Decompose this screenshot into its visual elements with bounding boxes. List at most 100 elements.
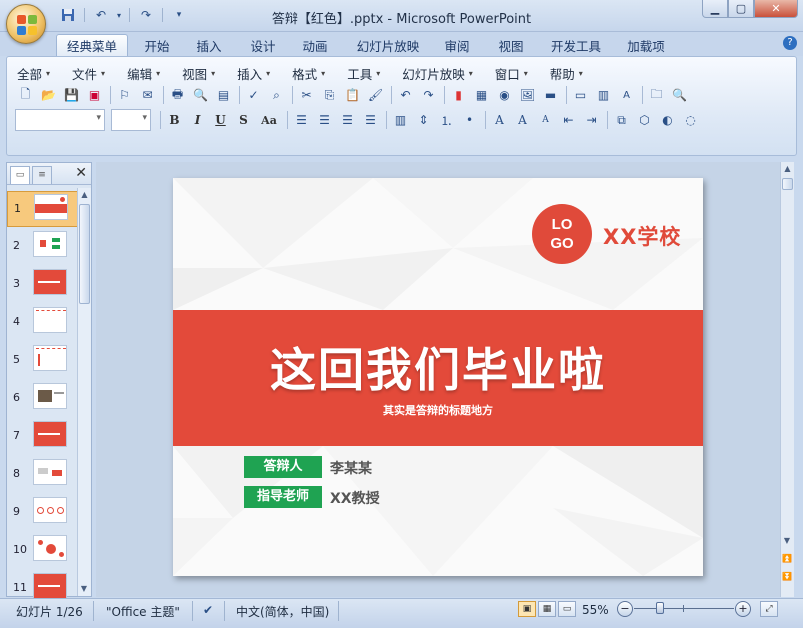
shadow-button[interactable]: S bbox=[233, 110, 254, 130]
slides-tab[interactable]: ▭ bbox=[10, 166, 30, 184]
redo-icon[interactable]: ↷ bbox=[418, 85, 439, 105]
menu-all[interactable]: 全部 ▾ bbox=[17, 64, 50, 83]
tab-home[interactable]: 开始 bbox=[136, 34, 178, 56]
picture-icon[interactable]: 🖼 bbox=[517, 85, 538, 105]
tab-view[interactable]: 视图 bbox=[490, 34, 532, 56]
zoom-slider-thumb[interactable] bbox=[656, 602, 664, 614]
save-pdf-icon[interactable]: ▣ bbox=[84, 85, 105, 105]
zoom-level-text[interactable]: 55% bbox=[582, 603, 609, 617]
scroll-thumb[interactable] bbox=[79, 204, 90, 304]
previous-slide-icon[interactable]: ⏫ bbox=[781, 552, 793, 566]
cut-icon[interactable]: ✂ bbox=[296, 85, 317, 105]
slideshow-view-icon[interactable]: ▭ bbox=[558, 601, 576, 617]
new-slide-icon[interactable]: ▭ bbox=[570, 85, 591, 105]
menu-help[interactable]: 帮助 ▾ bbox=[550, 64, 583, 83]
grow-font-icon[interactable]: A bbox=[512, 110, 533, 130]
font-color-icon[interactable]: A bbox=[489, 110, 510, 130]
tab-classic-menu[interactable]: 经典菜单 bbox=[56, 34, 128, 56]
scroll-thumb[interactable] bbox=[782, 178, 793, 190]
fill-icon[interactable]: ◐ bbox=[657, 110, 678, 130]
font-size-combo[interactable] bbox=[111, 109, 151, 131]
slide-thumb-4[interactable]: 4 bbox=[7, 305, 79, 341]
decrease-indent-icon[interactable]: ⇤ bbox=[558, 110, 579, 130]
columns-icon[interactable]: ▥ bbox=[390, 110, 411, 130]
scroll-up-icon[interactable]: ▲ bbox=[781, 162, 794, 176]
close-button[interactable]: ✕ bbox=[754, 0, 798, 18]
tab-addins[interactable]: 加载项 bbox=[618, 34, 674, 56]
menu-edit[interactable]: 编辑 ▾ bbox=[127, 64, 160, 83]
tab-slideshow[interactable]: 幻灯片放映 bbox=[350, 34, 426, 56]
undo-icon[interactable]: ↶ bbox=[395, 85, 416, 105]
open-folder-icon[interactable]: 📂 bbox=[38, 85, 59, 105]
align-right-icon[interactable]: ☰ bbox=[337, 110, 358, 130]
slide-thumb-7[interactable]: 7 bbox=[7, 419, 79, 455]
menu-window[interactable]: 窗口 ▾ bbox=[495, 64, 528, 83]
current-slide[interactable]: LO GO XX学校 这回我们毕业啦 其实是答辩的标题地方 答辩人 李某某 指导… bbox=[173, 178, 703, 576]
shrink-font-icon[interactable]: A bbox=[535, 110, 556, 130]
spelling-icon[interactable]: ✓ bbox=[243, 85, 264, 105]
tab-design[interactable]: 设计 bbox=[242, 34, 284, 56]
tab-developer[interactable]: 开发工具 bbox=[544, 34, 608, 56]
zoom-in-icon[interactable]: + bbox=[735, 601, 751, 617]
scroll-down-icon[interactable]: ▼ bbox=[78, 582, 90, 596]
office-button[interactable] bbox=[6, 4, 46, 44]
fit-to-window-icon[interactable]: ⤢ bbox=[760, 601, 778, 617]
textbox-icon[interactable]: A bbox=[616, 85, 637, 105]
underline-button[interactable]: U bbox=[210, 110, 231, 130]
slide-sorter-view-icon[interactable]: ▦ bbox=[538, 601, 556, 617]
zoom-slider-track[interactable] bbox=[634, 608, 734, 609]
new-document-icon[interactable]: 🗋 bbox=[15, 85, 36, 105]
align-left-icon[interactable]: ☰ bbox=[291, 110, 312, 130]
menu-file[interactable]: 文件 ▾ bbox=[72, 64, 105, 83]
font-name-combo[interactable] bbox=[15, 109, 105, 131]
help-icon[interactable]: ? bbox=[783, 36, 797, 50]
table-icon[interactable]: ▦ bbox=[471, 85, 492, 105]
align-center-icon[interactable]: ☰ bbox=[314, 110, 335, 130]
clipart-icon[interactable]: ◉ bbox=[494, 85, 515, 105]
menu-tools[interactable]: 工具 ▾ bbox=[347, 64, 380, 83]
italic-button[interactable]: I bbox=[187, 110, 208, 130]
next-slide-icon[interactable]: ⏬ bbox=[781, 570, 793, 584]
paste-icon[interactable]: 📋 bbox=[342, 85, 363, 105]
slide-thumb-5[interactable]: 5 bbox=[7, 343, 79, 379]
close-icon[interactable]: ✕ bbox=[75, 165, 87, 181]
menu-slideshow[interactable]: 幻灯片放映 ▾ bbox=[402, 64, 473, 83]
zoom-out-icon[interactable]: − bbox=[617, 601, 633, 617]
justify-icon[interactable]: ☰ bbox=[360, 110, 381, 130]
main-scrollbar[interactable]: ▲ ▼ ⏫ ⏬ bbox=[780, 162, 794, 597]
bullets-icon[interactable]: • bbox=[459, 110, 480, 130]
spellcheck-icon[interactable]: ✔ bbox=[203, 603, 213, 617]
slide-thumb-8[interactable]: 8 bbox=[7, 457, 79, 493]
print-preview-icon[interactable]: 🔍 bbox=[190, 85, 211, 105]
copy-icon[interactable]: ⎘ bbox=[319, 85, 340, 105]
scroll-down-icon[interactable]: ▼ bbox=[781, 534, 793, 548]
arrange-icon[interactable]: ⧉ bbox=[611, 110, 632, 130]
slide-thumb-9[interactable]: 9 bbox=[7, 495, 79, 531]
slide-sorter-icon[interactable]: ▤ bbox=[213, 85, 234, 105]
research-icon[interactable]: ⌕ bbox=[266, 85, 287, 105]
slide-thumb-10[interactable]: 10 bbox=[7, 533, 79, 569]
tab-insert[interactable]: 插入 bbox=[188, 34, 230, 56]
scroll-up-icon[interactable]: ▲ bbox=[78, 188, 91, 202]
slide-thumb-3[interactable]: 3 bbox=[7, 267, 79, 303]
line-spacing-icon[interactable]: ⇕ bbox=[413, 110, 434, 130]
language-text[interactable]: 中文(简体，中国) bbox=[236, 603, 329, 620]
menu-insert[interactable]: 插入 ▾ bbox=[237, 64, 270, 83]
color-picker-icon[interactable]: ▬ bbox=[540, 85, 561, 105]
minimize-button[interactable]: ▁ bbox=[702, 0, 728, 18]
email-icon[interactable]: ✉ bbox=[137, 85, 158, 105]
layout-icon[interactable]: ▥ bbox=[593, 85, 614, 105]
increase-indent-icon[interactable]: ⇥ bbox=[581, 110, 602, 130]
bold-button[interactable]: B bbox=[164, 110, 185, 130]
numbering-icon[interactable]: ⒈ bbox=[436, 110, 457, 130]
chart-icon[interactable]: ▮ bbox=[448, 85, 469, 105]
tab-animation[interactable]: 动画 bbox=[294, 34, 336, 56]
print-icon[interactable]: 🖶 bbox=[167, 85, 188, 105]
outline-tab[interactable]: ≡ bbox=[32, 166, 52, 184]
format-painter-icon[interactable]: 🖌 bbox=[365, 85, 386, 105]
save-icon[interactable]: 💾 bbox=[61, 85, 82, 105]
slide-thumb-6[interactable]: 6 bbox=[7, 381, 79, 417]
menu-format[interactable]: 格式 ▾ bbox=[292, 64, 325, 83]
folder-icon[interactable]: 🗀 bbox=[646, 85, 667, 105]
normal-view-icon[interactable]: ▣ bbox=[518, 601, 536, 617]
